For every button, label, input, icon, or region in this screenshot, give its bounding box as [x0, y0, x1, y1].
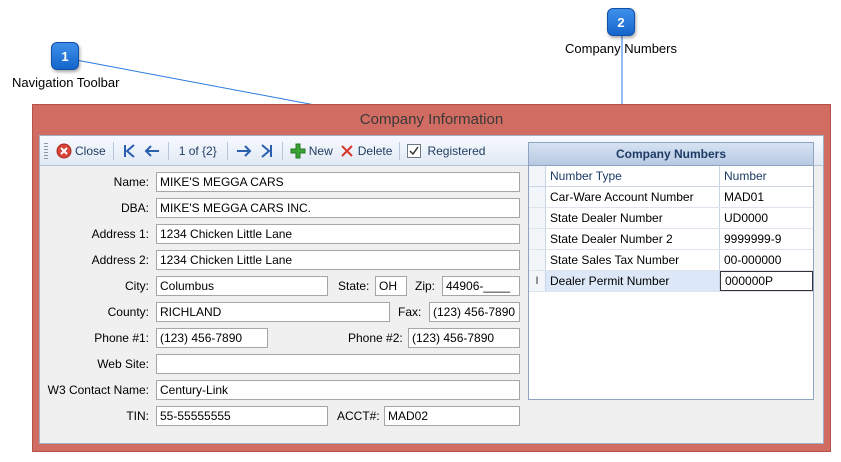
fax-label: Fax:: [398, 305, 422, 319]
new-button[interactable]: New: [287, 140, 336, 162]
table-row[interactable]: State Dealer Number 2 9999999-9: [529, 229, 813, 250]
number-type-cell[interactable]: State Dealer Number: [546, 208, 720, 228]
close-button[interactable]: Close: [53, 140, 109, 162]
number-cell[interactable]: MAD01: [720, 187, 813, 207]
plus-icon: [290, 143, 306, 158]
county-label: County:: [107, 305, 149, 319]
close-button-label: Close: [75, 143, 106, 158]
toolbar-separator: [281, 141, 283, 160]
number-type-cell[interactable]: Car-Ware Account Number: [546, 187, 720, 207]
number-type-cell[interactable]: Dealer Permit Number: [546, 271, 720, 291]
state-label: State:: [338, 279, 370, 293]
row-selector[interactable]: [529, 250, 546, 270]
table-row-active[interactable]: I Dealer Permit Number 000000P: [529, 271, 813, 292]
callout-label-company-numbers: Company Numbers: [565, 41, 677, 56]
toolbar-separator: [226, 141, 228, 160]
previous-record-button[interactable]: [140, 140, 164, 162]
toolbar-separator: [112, 141, 114, 160]
zip-field[interactable]: 44906-____: [442, 276, 520, 296]
window-content: Close 1 of {2} New Delete Registered Nam…: [39, 135, 824, 444]
number-cell[interactable]: 00-000000: [720, 250, 813, 270]
acct-label: ACCT#:: [337, 409, 380, 423]
last-record-button[interactable]: [256, 140, 278, 162]
tin-field[interactable]: 55-55555555: [156, 406, 328, 426]
row-selector-edit-cursor-icon[interactable]: I: [529, 271, 546, 291]
acct-field[interactable]: MAD02: [384, 406, 520, 426]
phone1-label: Phone #1:: [94, 331, 149, 345]
number-type-cell[interactable]: State Dealer Number 2: [546, 229, 720, 249]
zip-label: Zip:: [415, 279, 436, 293]
callout-badge-1: 1: [51, 42, 79, 70]
row-selector[interactable]: [529, 208, 546, 228]
company-numbers-grid: Company Numbers Number Type Number Car-W…: [528, 142, 814, 400]
table-row[interactable]: State Sales Tax Number 00-000000: [529, 250, 813, 271]
first-record-button[interactable]: [118, 140, 140, 162]
w3-contact-label: W3 Contact Name:: [47, 383, 149, 397]
company-information-window: Company Information Close 1 of {2} New D…: [32, 104, 831, 452]
toolbar-grip[interactable]: [44, 142, 48, 159]
toolbar-separator: [167, 141, 169, 160]
next-record-button[interactable]: [232, 140, 256, 162]
website-label: Web Site:: [97, 357, 149, 371]
first-record-icon: [123, 143, 135, 158]
row-selector-header: [529, 166, 546, 186]
registered-label: Registered: [427, 143, 486, 158]
close-icon: [56, 143, 72, 158]
name-label: Name:: [113, 175, 149, 189]
arrow-left-icon: [144, 144, 159, 157]
row-selector[interactable]: [529, 187, 546, 207]
number-cell[interactable]: 9999999-9: [720, 229, 813, 249]
county-field[interactable]: RICHLAND: [156, 302, 390, 322]
number-cell[interactable]: UD0000: [720, 208, 813, 228]
state-field[interactable]: OH: [375, 276, 407, 296]
last-record-icon: [261, 143, 272, 158]
arrow-right-icon: [236, 144, 252, 157]
fax-field[interactable]: (123) 456-7890: [429, 302, 520, 322]
delete-button[interactable]: Delete: [336, 140, 396, 162]
callout-badge-2: 2: [607, 8, 635, 36]
city-field[interactable]: Columbus: [156, 276, 328, 296]
grid-title: Company Numbers: [529, 143, 813, 166]
website-field[interactable]: [156, 354, 520, 374]
checkbox-checked-icon: [407, 143, 422, 158]
record-position-indicator: 1 of {2}: [178, 143, 217, 158]
column-header-number-type[interactable]: Number Type: [546, 166, 720, 186]
dba-field[interactable]: MIKE'S MEGGA CARS INC.: [156, 198, 520, 218]
city-label: City:: [125, 279, 149, 293]
table-row[interactable]: State Dealer Number UD0000: [529, 208, 813, 229]
phone1-field[interactable]: (123) 456-7890: [156, 328, 268, 348]
toolbar-separator: [399, 141, 401, 160]
w3-contact-field[interactable]: Century-Link: [156, 380, 520, 400]
delete-x-icon: [341, 144, 353, 157]
number-type-cell[interactable]: State Sales Tax Number: [546, 250, 720, 270]
new-button-label: New: [308, 143, 333, 158]
column-header-number[interactable]: Number: [720, 166, 813, 186]
phone2-field[interactable]: (123) 456-7890: [408, 328, 520, 348]
table-row[interactable]: Car-Ware Account Number MAD01: [529, 187, 813, 208]
number-cell-editing[interactable]: 000000P: [720, 271, 813, 291]
name-field[interactable]: MIKE'S MEGGA CARS: [156, 172, 520, 192]
registered-toggle[interactable]: Registered: [404, 140, 488, 162]
delete-button-label: Delete: [357, 143, 393, 158]
address2-field[interactable]: 1234 Chicken Little Lane: [156, 250, 520, 270]
row-selector[interactable]: [529, 229, 546, 249]
phone2-label: Phone #2:: [348, 331, 403, 345]
address2-label: Address 2:: [91, 253, 149, 267]
dba-label: DBA:: [120, 201, 149, 215]
address1-field[interactable]: 1234 Chicken Little Lane: [156, 224, 520, 244]
callout-label-navigation-toolbar: Navigation Toolbar: [12, 75, 120, 90]
grid-header-row: Number Type Number: [529, 166, 813, 187]
window-title: Company Information: [359, 111, 504, 128]
tin-label: TIN:: [126, 409, 149, 423]
address1-label: Address 1:: [91, 227, 149, 241]
